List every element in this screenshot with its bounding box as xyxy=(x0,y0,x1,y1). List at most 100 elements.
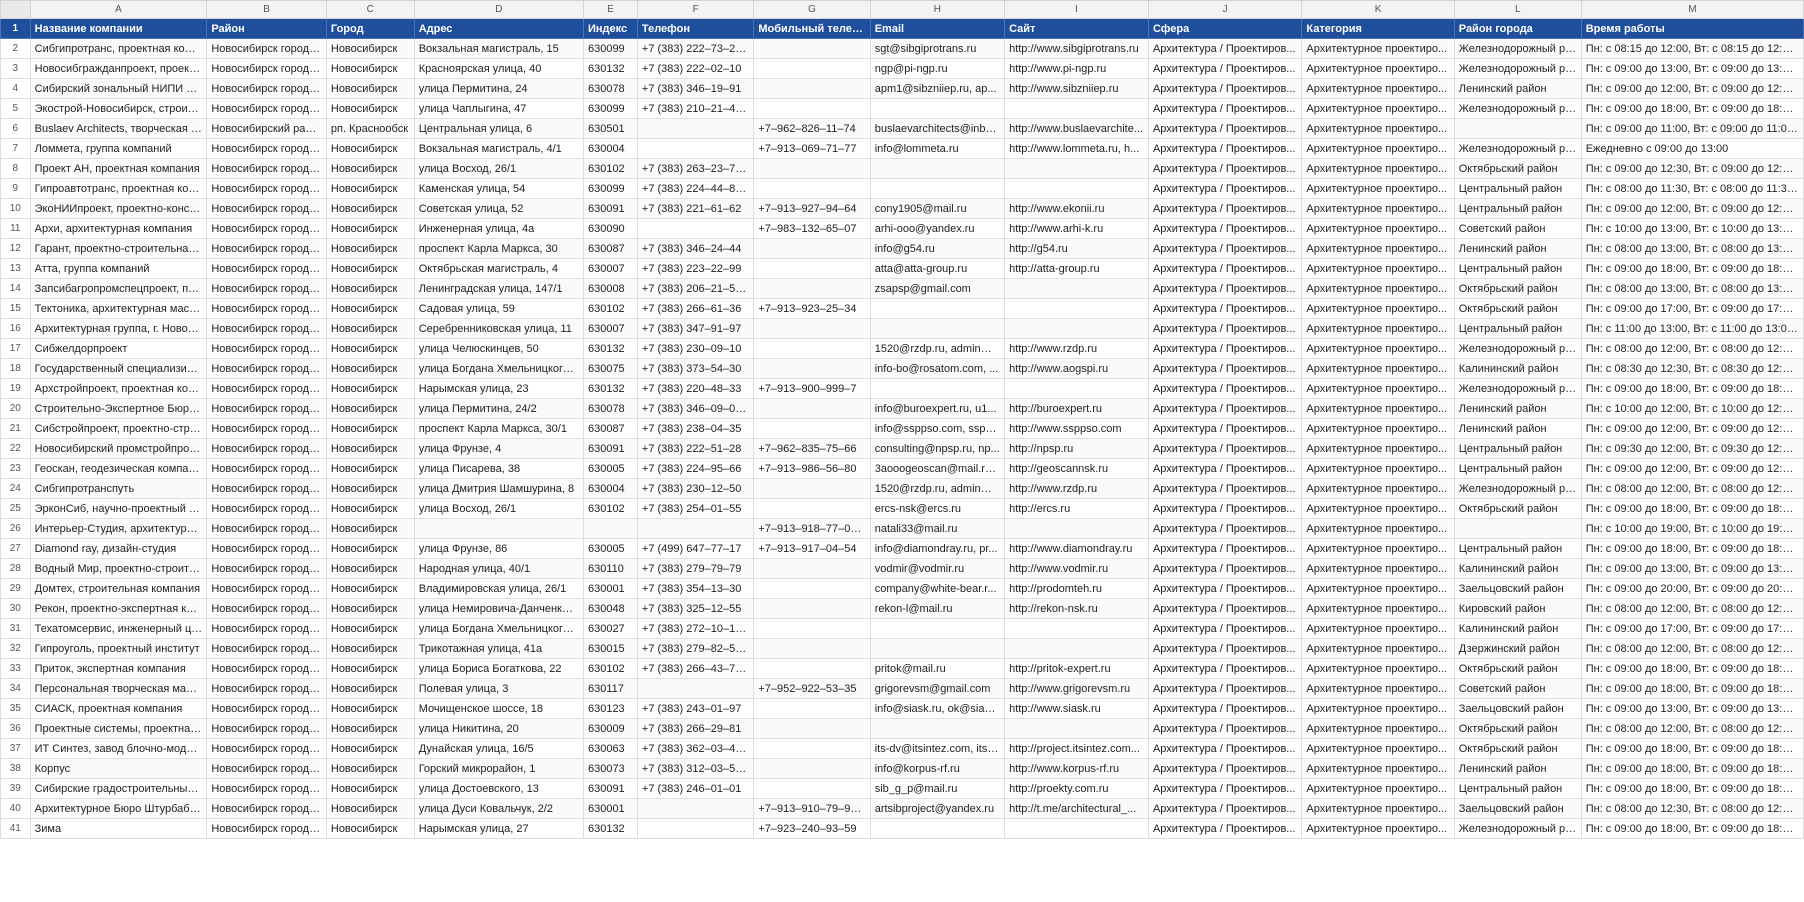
grid-cell[interactable]: Пн: с 09:30 до 12:00, Вт: с 09:30 до 12:… xyxy=(1580,438,1804,459)
grid-cell[interactable]: Новосибирск xyxy=(325,778,415,799)
grid-cell[interactable]: Новосибирск xyxy=(325,798,415,819)
grid-cell[interactable]: Архитектура / Проектиров... xyxy=(1147,618,1303,639)
grid-cell[interactable]: Мочищенское шоссе, 18 xyxy=(413,698,584,719)
grid-cell[interactable]: Зима xyxy=(29,818,208,839)
grid-cell[interactable]: +7 (383) 224–95–66 xyxy=(636,458,755,479)
grid-cell[interactable] xyxy=(1004,638,1149,659)
grid-cell[interactable]: 630102 xyxy=(582,498,638,519)
grid-cell[interactable]: Инженерная улица, 4а xyxy=(413,218,584,239)
grid-cell[interactable]: Новосибирск xyxy=(325,218,415,239)
column-header-e[interactable]: E xyxy=(582,0,638,19)
grid-cell[interactable]: Архитектурное проектиро... xyxy=(1301,758,1455,779)
row-number[interactable]: 21 xyxy=(0,418,31,439)
grid-cell[interactable]: Новосибирск xyxy=(325,618,415,639)
grid-cell[interactable]: Архитектурное проектиро... xyxy=(1301,318,1455,339)
grid-cell[interactable]: +7–913–900–999–7 xyxy=(753,378,871,399)
grid-cell[interactable]: 630132 xyxy=(582,58,638,79)
grid-cell[interactable]: Архитектурное проектиро... xyxy=(1301,618,1455,639)
grid-cell[interactable]: Архитектура / Проектиров... xyxy=(1147,438,1303,459)
header-cell[interactable]: Район xyxy=(206,18,327,39)
grid-cell[interactable]: Архитектурное проектиро... xyxy=(1301,118,1455,139)
row-number[interactable]: 39 xyxy=(0,778,31,799)
row-number[interactable]: 8 xyxy=(0,158,31,179)
grid-cell[interactable]: http://www.ssppso.com xyxy=(1004,418,1149,439)
grid-cell[interactable]: Пн: с 09:00 до 17:00, Вт: с 09:00 до 17:… xyxy=(1580,298,1804,319)
grid-cell[interactable]: Дунайская улица, 16/5 xyxy=(413,738,584,759)
grid-cell[interactable]: 630132 xyxy=(582,338,638,359)
grid-cell[interactable] xyxy=(869,378,1006,399)
grid-cell[interactable]: +7 (383) 373–54–30 xyxy=(636,358,755,379)
grid-cell[interactable]: Архитектурное проектиро... xyxy=(1301,698,1455,719)
row-number[interactable]: 32 xyxy=(0,638,31,659)
grid-cell[interactable]: Новосибирск xyxy=(325,258,415,279)
grid-cell[interactable]: Новосибирск городско... xyxy=(206,258,327,279)
grid-cell[interactable]: Новосибирск городско... xyxy=(206,478,327,499)
grid-cell[interactable]: +7 (383) 362–03–48, +7... xyxy=(636,738,755,759)
grid-cell[interactable]: Архитектура / Проектиров... xyxy=(1147,158,1303,179)
grid-cell[interactable] xyxy=(753,158,871,179)
grid-cell[interactable]: apm1@sibzniiep.ru, ap... xyxy=(869,78,1006,99)
grid-cell[interactable]: 630075 xyxy=(582,358,638,379)
grid-cell[interactable]: Пн: с 09:00 до 12:00, Вт: с 09:00 до 12:… xyxy=(1580,418,1804,439)
grid-cell[interactable] xyxy=(753,38,871,59)
grid-cell[interactable]: 630004 xyxy=(582,478,638,499)
grid-cell[interactable]: Архитектура / Проектиров... xyxy=(1147,678,1303,699)
grid-cell[interactable]: Нарымская улица, 27 xyxy=(413,818,584,839)
grid-cell[interactable]: Архитектура / Проектиров... xyxy=(1147,338,1303,359)
grid-cell[interactable]: zsapsp@gmail.com xyxy=(869,278,1006,299)
grid-cell[interactable]: Пн: с 09:00 до 12:00, Вт: с 09:00 до 12:… xyxy=(1580,458,1804,479)
grid-cell[interactable]: 630099 xyxy=(582,178,638,199)
grid-cell[interactable]: Пн: с 09:00 до 18:00, Вт: с 09:00 до 18:… xyxy=(1580,658,1804,679)
grid-cell[interactable]: Сибстройпроект, проектно-строитель... xyxy=(29,418,208,439)
header-cell[interactable]: Адрес xyxy=(413,18,584,39)
grid-cell[interactable]: 630087 xyxy=(582,418,638,439)
grid-cell[interactable]: улица Восход, 26/1 xyxy=(413,498,584,519)
grid-cell[interactable]: 630099 xyxy=(582,38,638,59)
grid-cell[interactable]: Новосибирск xyxy=(325,38,415,59)
grid-cell[interactable]: http://www.korpus-rf.ru xyxy=(1004,758,1149,779)
grid-cell[interactable]: 630008 xyxy=(582,278,638,299)
grid-cell[interactable]: sgt@sibgiprotrans.ru xyxy=(869,38,1006,59)
row-number[interactable]: 35 xyxy=(0,698,31,719)
row-number[interactable]: 29 xyxy=(0,578,31,599)
grid-cell[interactable]: +7 (383) 266–29–81 xyxy=(636,718,755,739)
grid-cell[interactable]: Архитектура / Проектиров... xyxy=(1147,818,1303,839)
grid-cell[interactable]: Ленинский район xyxy=(1453,758,1582,779)
grid-cell[interactable]: Архитектура / Проектиров... xyxy=(1147,558,1303,579)
grid-cell[interactable]: Архитектура / Проектиров... xyxy=(1147,318,1303,339)
grid-cell[interactable] xyxy=(753,58,871,79)
grid-cell[interactable]: улица Немировича-Данченко,... xyxy=(413,598,584,619)
grid-cell[interactable]: Новосибирск городско... xyxy=(206,458,327,479)
row-number[interactable]: 38 xyxy=(0,758,31,779)
grid-cell[interactable]: +7–913–069–71–77 xyxy=(753,138,871,159)
grid-cell[interactable]: info@g54.ru xyxy=(869,238,1006,259)
grid-cell[interactable] xyxy=(869,318,1006,339)
grid-cell[interactable]: Пн: с 09:00 до 18:00, Вт: с 09:00 до 18:… xyxy=(1580,778,1804,799)
grid-cell[interactable]: 630132 xyxy=(582,818,638,839)
row-number[interactable]: 11 xyxy=(0,218,31,239)
grid-cell[interactable]: Архитектурное проектиро... xyxy=(1301,58,1455,79)
grid-cell[interactable]: Новосибирск городско... xyxy=(206,678,327,699)
grid-cell[interactable]: Рекон, проектно-экспертная компания xyxy=(29,598,208,619)
grid-cell[interactable]: Новосибирск городско... xyxy=(206,38,327,59)
grid-cell[interactable] xyxy=(869,158,1006,179)
grid-cell[interactable]: Октябрьский район xyxy=(1453,298,1582,319)
grid-cell[interactable]: Пн: с 09:00 до 18:00, Вт: с 09:00 до 18:… xyxy=(1580,678,1804,699)
grid-cell[interactable]: Архитектура / Проектиров... xyxy=(1147,638,1303,659)
grid-cell[interactable]: Новосибирск xyxy=(325,358,415,379)
row-number[interactable]: 3 xyxy=(0,58,31,79)
grid-cell[interactable]: Садовая улица, 59 xyxy=(413,298,584,319)
grid-cell[interactable]: Архитектурное проектиро... xyxy=(1301,238,1455,259)
grid-cell[interactable]: Архитектурное проектиро... xyxy=(1301,598,1455,619)
grid-cell[interactable]: улица Бориса Богаткова, 22 xyxy=(413,658,584,679)
grid-cell[interactable]: Пн: с 11:00 до 13:00, Вт: с 11:00 до 13:… xyxy=(1580,318,1804,339)
column-header-k[interactable]: K xyxy=(1301,0,1455,19)
grid-cell[interactable]: Архитектурное проектиро... xyxy=(1301,778,1455,799)
grid-cell[interactable] xyxy=(1004,318,1149,339)
grid-cell[interactable]: info@ssppso.com, sspp... xyxy=(869,418,1006,439)
grid-cell[interactable] xyxy=(1004,158,1149,179)
grid-cell[interactable]: Гипроавтотранс, проектная компания xyxy=(29,178,208,199)
grid-cell[interactable]: +7–983–132–65–07 xyxy=(753,218,871,239)
row-number[interactable]: 5 xyxy=(0,98,31,119)
grid-cell[interactable]: Октябрьский район xyxy=(1453,158,1582,179)
